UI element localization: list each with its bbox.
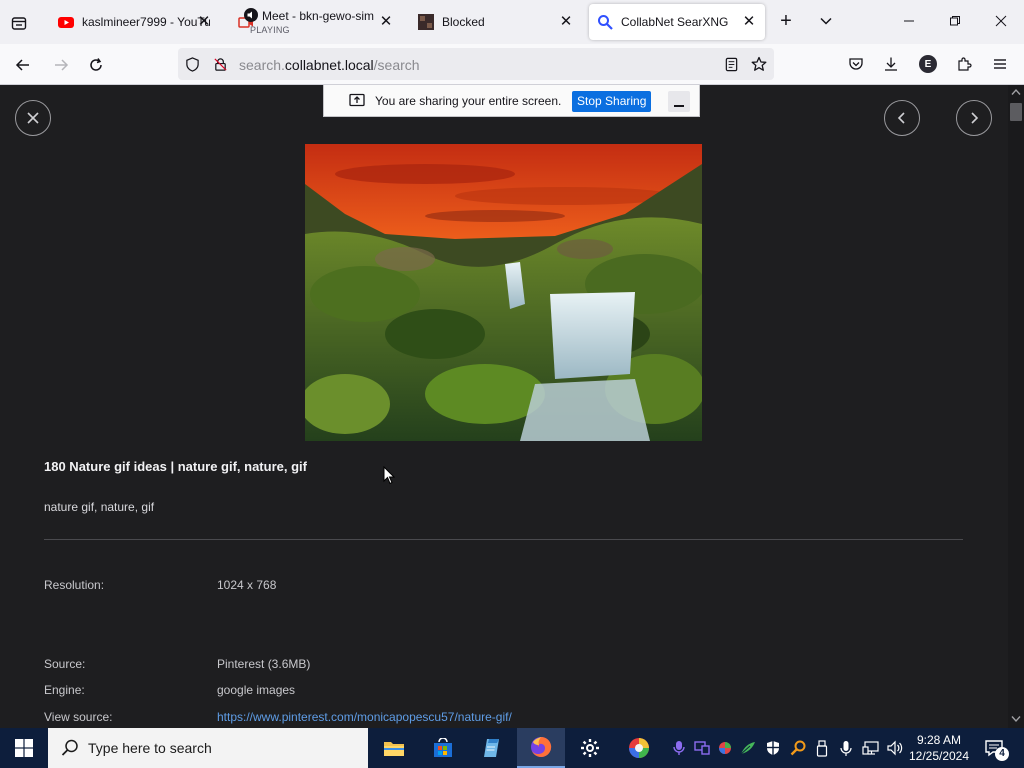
youtube-icon	[58, 17, 74, 28]
mouse-cursor-icon	[383, 466, 395, 485]
tab-blocked[interactable]: Blocked ✕	[410, 4, 582, 40]
tab-playing-label: PLAYING	[250, 25, 290, 35]
scroll-up-icon[interactable]	[1011, 88, 1021, 96]
url-host: collabnet.local	[284, 57, 374, 73]
speaker-icon[interactable]	[244, 8, 258, 22]
divider	[44, 539, 963, 540]
chevron-right-icon	[971, 112, 979, 124]
url-text[interactable]: search.collabnet.local/search	[239, 57, 420, 73]
blocked-page-icon	[418, 14, 434, 30]
security-shield-icon[interactable]	[763, 728, 783, 768]
account-avatar[interactable]: E	[918, 54, 938, 74]
profile-letter: E	[919, 55, 937, 73]
view-source-label: View source:	[44, 710, 113, 724]
restore-icon[interactable]	[942, 10, 968, 32]
close-tab-icon[interactable]: ✕	[741, 14, 757, 30]
search-result-detail-panel: 180 Nature gif ideas | nature gif, natur…	[0, 85, 1008, 728]
firefox-icon[interactable]	[517, 728, 565, 768]
podcast-mic-icon[interactable]	[670, 728, 688, 768]
resolution-label: Resolution:	[44, 578, 105, 592]
waterfall-image	[305, 144, 702, 441]
tab-meet[interactable]: Meet - bkn-gewo-sim PLAYING ✕	[230, 4, 402, 40]
minimize-icon[interactable]	[896, 10, 922, 32]
microphone-icon[interactable]	[835, 728, 857, 768]
taskbar-search-placeholder: Type here to search	[88, 740, 212, 756]
next-result-button[interactable]	[956, 100, 992, 136]
bookmark-star-icon[interactable]	[751, 56, 767, 72]
scroll-down-icon[interactable]	[1011, 715, 1021, 723]
clock-time: 9:28 AM	[916, 733, 962, 747]
close-detail-button[interactable]	[15, 100, 51, 136]
usb-device-icon[interactable]	[812, 728, 832, 768]
close-tab-icon[interactable]: ✕	[378, 14, 394, 30]
settings-gear-icon[interactable]	[566, 728, 614, 768]
clock-date: 12/25/2024	[908, 749, 970, 763]
scroll-thumb[interactable]	[1010, 103, 1022, 121]
phone-link-icon[interactable]	[693, 728, 711, 768]
tab-title: Blocked	[442, 15, 485, 29]
windows-taskbar: Type here to search 9:28 AM 12/25/2024 4	[0, 728, 1024, 768]
tab-title: CollabNet SearXNG	[621, 15, 729, 29]
feather-app-icon[interactable]	[739, 728, 757, 768]
resolution-value: 1024 x 768	[217, 578, 277, 592]
url-prefix: search.	[239, 57, 285, 73]
file-explorer-icon[interactable]	[370, 728, 418, 768]
close-tab-icon[interactable]: ✕	[196, 14, 212, 30]
address-bar[interactable]: search.collabnet.local/search	[178, 48, 774, 80]
page-scrollbar[interactable]	[1008, 85, 1024, 728]
result-description: nature gif, nature, gif	[44, 500, 155, 514]
search-tool-icon[interactable]	[788, 728, 808, 768]
screen-sharing-indicator: You are sharing your entire screen. Stop…	[323, 85, 700, 117]
notepad-icon[interactable]	[468, 728, 516, 768]
tab-title: kaslmineer7999 - YouTube	[82, 15, 210, 29]
color-wheel-app-icon[interactable]	[615, 728, 663, 768]
result-image[interactable]	[305, 144, 702, 441]
forward-icon[interactable]	[50, 54, 72, 76]
chevron-left-icon	[897, 112, 905, 124]
volume-icon[interactable]	[885, 728, 907, 768]
tab-youtube[interactable]: kaslmineer7999 - YouTube ✕	[50, 4, 220, 40]
network-icon[interactable]	[860, 728, 882, 768]
url-path: /search	[373, 57, 420, 73]
search-icon	[598, 15, 613, 30]
back-icon[interactable]	[12, 54, 34, 76]
reload-icon[interactable]	[85, 54, 107, 76]
chevron-down-icon[interactable]	[815, 10, 837, 32]
tab-title: Meet - bkn-gewo-sim	[262, 9, 375, 23]
search-icon	[61, 739, 78, 756]
menu-hamburger-icon[interactable]	[990, 54, 1010, 74]
new-tab-icon[interactable]: +	[775, 10, 797, 32]
tab-collabnet-searxng[interactable]: CollabNet SearXNG ✕	[589, 4, 765, 40]
windows-start-icon[interactable]	[0, 728, 48, 768]
notification-count-badge: 4	[995, 747, 1009, 761]
close-window-icon[interactable]	[988, 10, 1014, 32]
close-tab-icon[interactable]: ✕	[558, 14, 574, 30]
previous-result-button[interactable]	[884, 100, 920, 136]
download-icon[interactable]	[881, 54, 901, 74]
screen-share-icon	[349, 93, 365, 107]
shield-icon[interactable]	[184, 56, 200, 72]
extensions-icon[interactable]	[954, 54, 974, 74]
color-picker-icon[interactable]	[716, 728, 734, 768]
minimize-indicator-button[interactable]	[668, 91, 690, 112]
minimize-icon	[674, 105, 684, 107]
connection-info-icon[interactable]	[212, 56, 228, 72]
source-value: Pinterest (3.6MB)	[217, 657, 311, 671]
engine-label: Engine:	[44, 683, 85, 697]
engine-value: google images	[217, 683, 296, 697]
result-title: 180 Nature gif ideas | nature gif, natur…	[44, 459, 307, 474]
sharing-message: You are sharing your entire screen.	[375, 94, 562, 108]
stop-sharing-button[interactable]: Stop Sharing	[572, 91, 652, 112]
firefox-view-icon[interactable]	[8, 12, 30, 34]
pocket-icon[interactable]	[846, 54, 866, 74]
taskbar-search-box[interactable]: Type here to search	[48, 728, 368, 768]
notification-center-icon[interactable]: 4	[978, 728, 1010, 768]
microsoft-store-icon[interactable]	[419, 728, 467, 768]
tab-strip: kaslmineer7999 - YouTube ✕ Meet - bkn-ge…	[0, 0, 1024, 44]
view-source-link[interactable]: https://www.pinterest.com/monicapopescu5…	[217, 710, 512, 724]
reader-view-icon[interactable]	[723, 56, 739, 72]
close-icon	[27, 112, 39, 124]
source-label: Source:	[44, 657, 86, 671]
system-clock[interactable]: 9:28 AM 12/25/2024	[908, 728, 970, 768]
